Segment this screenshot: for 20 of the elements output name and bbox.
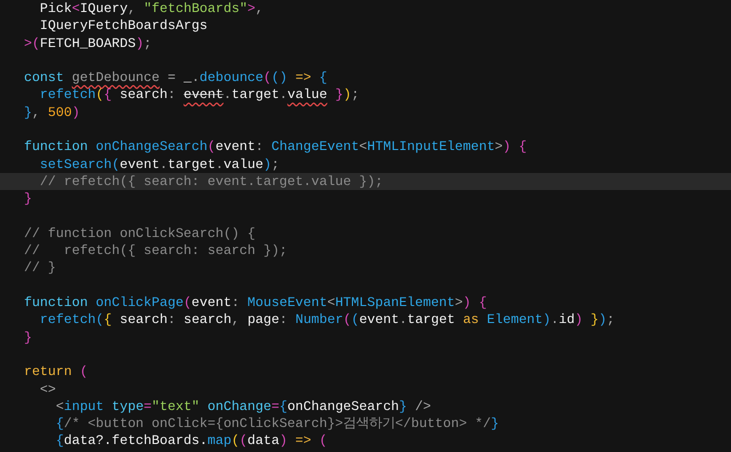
code-line: function onClickPage(event: MouseEvent<HTMLSpanElement>) { — [22, 294, 488, 312]
code-line: const getDebounce = _.debounce(() => { — [22, 69, 328, 86]
code-line: // refetch({ search: search }); — [22, 242, 288, 260]
code-line: setSearch(event.target.value); — [38, 156, 280, 173]
code-line: Pick<IQuery, "fetchBoards">, — [38, 0, 264, 18]
code-line: IQueryFetchBoardsArgs — [38, 17, 208, 35]
code-line: >(FETCH_BOARDS); — [22, 34, 153, 52]
code-line: }, 500) — [22, 104, 81, 122]
code-line: } — [22, 328, 33, 346]
code-line: <input type="text" onChange={onChangeSearch} /> — [54, 398, 432, 416]
code-line: {data?.fetchBoards.map((data) => ( — [54, 432, 328, 450]
code-line: // } — [22, 259, 57, 277]
code-line: // function onClickSearch() { — [22, 224, 256, 242]
code-line: function onChangeSearch(event: ChangeEvent<HTMLInputElement>) { — [22, 138, 528, 156]
code-line: {/* <button onClick={onClickSearch}>검색하기</button> */} — [54, 415, 500, 432]
code-line: refetch({ search: event.target.value }); — [38, 86, 360, 104]
code-line: } — [22, 190, 33, 208]
code-line: refetch({ search: search, page: Number((event.target as Element).id) }); — [38, 311, 616, 329]
code-line: return ( — [22, 363, 89, 381]
code-line: <> — [38, 380, 57, 398]
